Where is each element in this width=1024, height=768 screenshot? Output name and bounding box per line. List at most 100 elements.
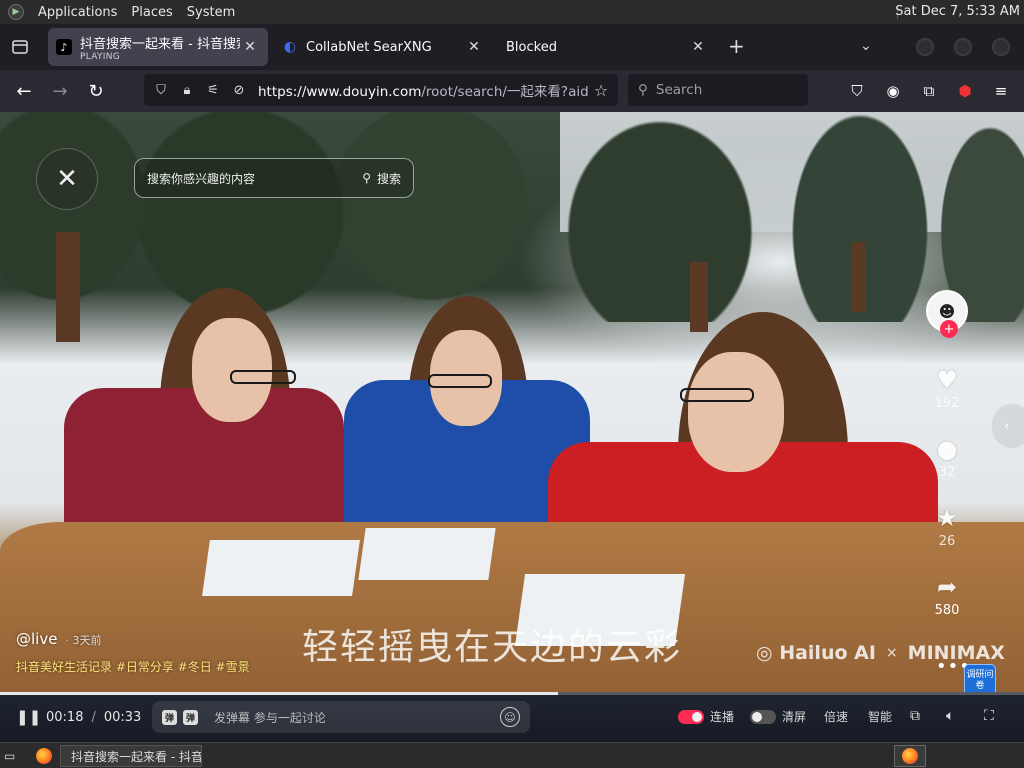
lock-icon[interactable]: 🔒︎ bbox=[174, 83, 200, 98]
post-time: · 3天前 bbox=[65, 634, 102, 647]
search-placeholder: Search bbox=[655, 82, 703, 98]
navigation-toolbar: ← → ↻ ⛉ 🔒︎ ⚟ ⊘ https://www.douyin.com/ro… bbox=[0, 70, 1024, 112]
danmu-settings-icon[interactable]: 弹 bbox=[162, 709, 178, 725]
account-icon[interactable]: ◉ bbox=[882, 80, 904, 102]
autoplay-switch[interactable] bbox=[678, 709, 704, 724]
watermark-minimax: MINIMAX bbox=[907, 642, 1005, 664]
url-text[interactable]: https://www.douyin.com/root/search/一起来看?… bbox=[258, 80, 588, 100]
permissions-icon[interactable]: ⚟ bbox=[200, 83, 226, 98]
close-tab-icon[interactable]: ✕ bbox=[688, 39, 708, 55]
danmu-placeholder: 发弹幕 参与一起讨论 bbox=[214, 710, 326, 725]
watermark-x: × bbox=[885, 645, 898, 661]
pocket-icon[interactable]: ⛉ bbox=[846, 80, 868, 102]
shield-icon[interactable]: ⛉ bbox=[148, 83, 174, 98]
clear-screen-label: 清屏 bbox=[782, 710, 807, 724]
fullscreen-icon[interactable]: ⛶ bbox=[984, 708, 994, 724]
workspace-switcher[interactable] bbox=[894, 745, 926, 767]
time-display: 00:18 / 00:33 bbox=[46, 710, 141, 725]
url-bar[interactable]: ⛉ 🔒︎ ⚟ ⊘ https://www.douyin.com/root/sea… bbox=[144, 74, 618, 106]
share-arrow-icon: ➦ bbox=[936, 573, 958, 601]
tab-title-wrap: 抖音搜索一起来看 - 抖音搜索 PLAYING bbox=[80, 33, 240, 62]
show-desktop-icon[interactable]: ▭ bbox=[4, 745, 15, 767]
close-tab-icon[interactable]: ✕ bbox=[240, 39, 260, 55]
maximize-button[interactable] bbox=[954, 38, 972, 56]
video-paper bbox=[202, 540, 360, 596]
favorite-count: 26 bbox=[938, 534, 956, 549]
bookmark-star-icon[interactable]: ☆ bbox=[588, 81, 614, 100]
progress-fill bbox=[0, 692, 559, 695]
close-video-icon[interactable]: ✕ bbox=[36, 148, 98, 210]
clear-screen-toggle[interactable]: 清屏 bbox=[750, 708, 806, 725]
firefox-launcher-icon[interactable] bbox=[36, 745, 52, 767]
close-window-button[interactable] bbox=[992, 38, 1010, 56]
reload-icon[interactable]: ↻ bbox=[84, 79, 108, 103]
danmu-input[interactable]: 弹 弹 发弹幕 参与一起讨论 ☺ bbox=[152, 701, 530, 733]
window-controls bbox=[916, 38, 1010, 56]
url-path: /root/search/一起来看?aid=712 bbox=[421, 84, 588, 100]
video-search-button[interactable]: ⚲ 搜索 bbox=[362, 170, 401, 187]
autoplay-label: 连播 bbox=[710, 710, 735, 724]
pause-icon[interactable]: ❚❚ bbox=[16, 708, 41, 726]
time-separator: / bbox=[91, 710, 96, 725]
author-name[interactable]: @live bbox=[16, 630, 57, 648]
share-action[interactable]: ➦ 580 bbox=[935, 573, 960, 618]
firefox-view-icon bbox=[12, 40, 28, 54]
applications-menu[interactable]: Applications bbox=[38, 5, 117, 20]
back-arrow-icon[interactable]: ← bbox=[12, 79, 36, 103]
side-panel-chevron-icon[interactable]: ‹ bbox=[992, 404, 1024, 448]
author-avatar[interactable]: ☻ + bbox=[926, 290, 968, 338]
video-search-box[interactable]: 搜索你感兴趣的内容 ⚲ 搜索 bbox=[134, 158, 414, 198]
star-icon: ★ bbox=[936, 504, 958, 532]
clock[interactable]: Sat Dec 7, 5:33 AM bbox=[895, 4, 1020, 19]
distro-logo-icon[interactable]: ▶ bbox=[8, 4, 24, 20]
tab-searxng[interactable]: ◐ CollabNet SearXNG ✕ bbox=[274, 28, 492, 66]
current-time: 00:18 bbox=[46, 710, 84, 725]
autoplay-blocked-icon[interactable]: ⊘ bbox=[226, 83, 252, 98]
video-paper bbox=[358, 528, 496, 580]
places-menu[interactable]: Places bbox=[131, 5, 172, 20]
video-player[interactable]: ✕ 搜索你感兴趣的内容 ⚲ 搜索 ☻ + ♥ 192 ● 32 ★ 26 ➦ 5… bbox=[0, 112, 1024, 742]
video-author: @live · 3天前 bbox=[16, 630, 101, 648]
taskbar-window-firefox[interactable]: 抖音搜索一起来看 - 抖音 bbox=[60, 745, 202, 767]
tiktok-icon: ♪ bbox=[56, 39, 72, 55]
tab-douyin[interactable]: ♪ 抖音搜索一起来看 - 抖音搜索 PLAYING ✕ bbox=[48, 28, 268, 66]
system-menu-item[interactable]: System bbox=[187, 5, 235, 20]
extensions-icon[interactable]: ⧉ bbox=[918, 80, 940, 102]
system-menu: ▶ Applications Places System bbox=[0, 4, 235, 20]
new-tab-plus-icon[interactable]: + bbox=[728, 36, 745, 56]
comment-count: 32 bbox=[938, 465, 956, 480]
tab-blocked[interactable]: Blocked ✕ bbox=[498, 28, 716, 66]
follow-plus-icon[interactable]: + bbox=[940, 320, 958, 338]
speed-button[interactable]: 倍速 bbox=[824, 708, 848, 725]
tab-title: CollabNet SearXNG bbox=[306, 39, 432, 55]
emoji-icon[interactable]: ☺ bbox=[500, 707, 520, 727]
close-tab-icon[interactable]: ✕ bbox=[464, 39, 484, 55]
search-bar[interactable]: ⚲ Search bbox=[628, 74, 808, 106]
list-all-tabs-chevron-icon[interactable]: ⌄ bbox=[860, 38, 872, 54]
system-taskbar: ▭ 抖音搜索一起来看 - 抖音 bbox=[0, 742, 1024, 768]
video-caption[interactable]: 抖音美好生活记录 #日常分享 #冬日 #雪景 bbox=[16, 658, 250, 675]
duration: 00:33 bbox=[103, 710, 142, 725]
favorite-action[interactable]: ★ 26 bbox=[936, 504, 958, 549]
ublock-icon[interactable]: ⬢ bbox=[954, 80, 976, 102]
heart-icon: ♥ bbox=[936, 366, 958, 394]
app-menu-icon[interactable]: ≡ bbox=[990, 80, 1012, 102]
forward-arrow-icon[interactable]: → bbox=[48, 79, 72, 103]
like-action[interactable]: ♥ 192 bbox=[935, 366, 960, 411]
video-trunk bbox=[852, 242, 866, 312]
minimize-button[interactable] bbox=[916, 38, 934, 56]
comment-action[interactable]: ● 32 bbox=[937, 435, 958, 480]
system-top-panel: ▶ Applications Places System Sat Dec 7, … bbox=[0, 0, 1024, 24]
quality-button[interactable]: 智能 bbox=[868, 708, 892, 725]
autoplay-toggle[interactable]: 连播 bbox=[678, 708, 734, 725]
progress-bar[interactable] bbox=[0, 692, 1024, 695]
taskbar-window-title: 抖音搜索一起来看 - 抖音 bbox=[71, 749, 202, 764]
clear-screen-switch[interactable] bbox=[750, 709, 776, 724]
firefox-view-button[interactable] bbox=[0, 24, 40, 70]
picture-in-picture-icon[interactable]: ⧉ bbox=[910, 708, 920, 724]
danmu-toggle-icon[interactable]: 弹 bbox=[183, 709, 199, 725]
searxng-icon: ◐ bbox=[283, 39, 297, 55]
player-controls: ❚❚ 00:18 / 00:33 弹 弹 发弹幕 参与一起讨论 ☺ 连播 清屏 … bbox=[0, 692, 1024, 742]
tab-bar: ♪ 抖音搜索一起来看 - 抖音搜索 PLAYING ✕ ◐ CollabNet … bbox=[0, 24, 1024, 70]
volume-icon[interactable]: 🔈︎ bbox=[946, 708, 954, 724]
